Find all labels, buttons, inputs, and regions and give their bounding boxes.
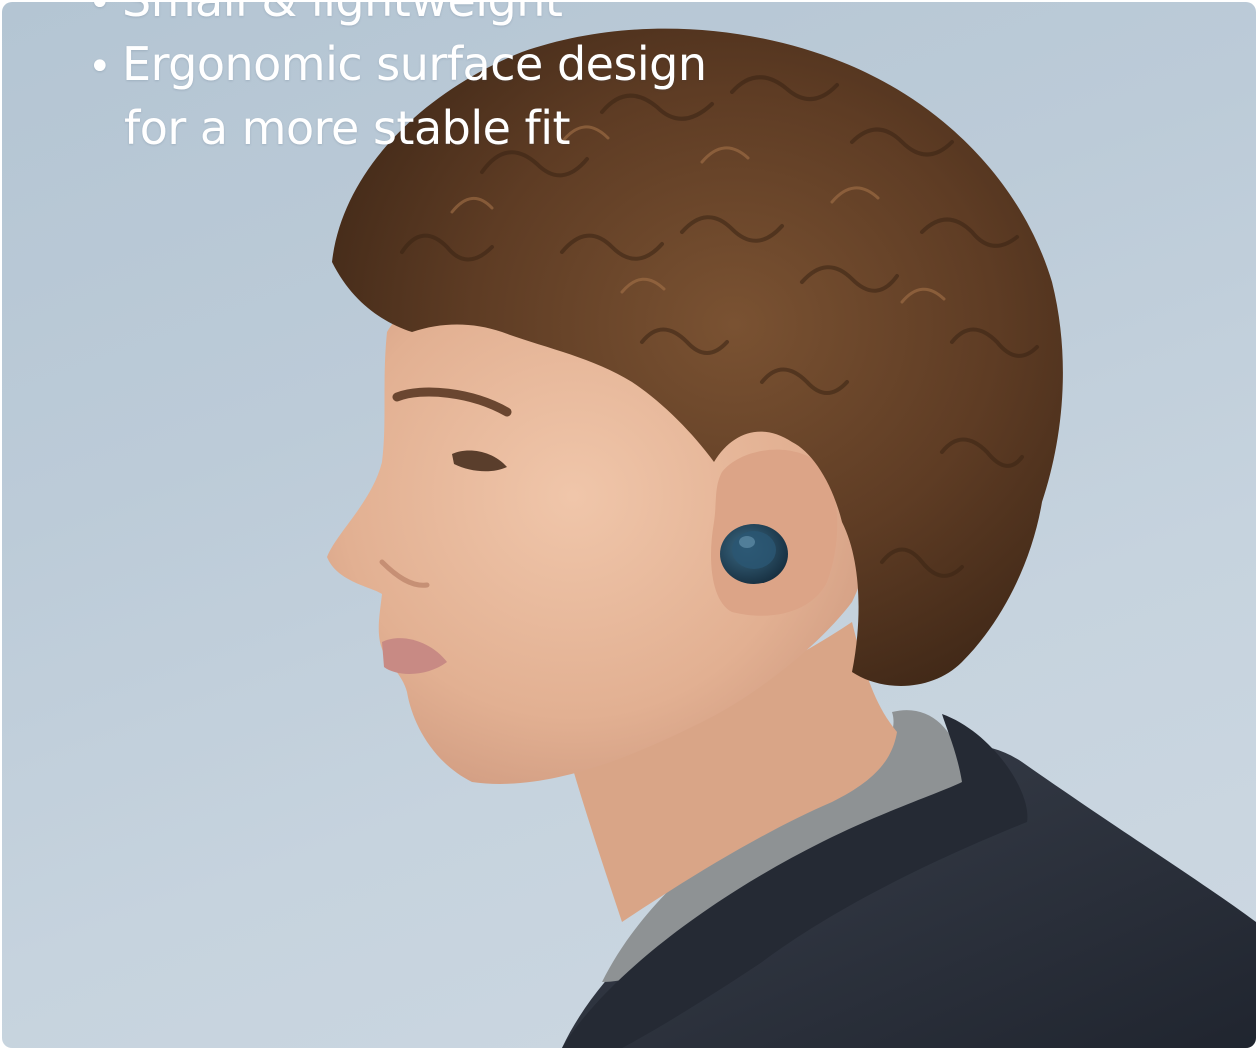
feature-text-1: Small & lightweight — [122, 2, 563, 31]
earbud-icon — [720, 524, 788, 584]
feature-text-3: for a more stable fit — [124, 101, 571, 155]
feature-caption: • Small & lightweight • Ergonomic surfac… — [88, 2, 707, 159]
feature-bullet-2: • Ergonomic surface design — [88, 34, 707, 98]
bullet-glyph: • — [88, 2, 112, 26]
feature-bullet-1: • Small & lightweight — [88, 2, 707, 34]
feature-text-2-continued: for a more stable fit — [88, 98, 707, 159]
bullet-glyph: • — [88, 44, 112, 90]
feature-text-2: Ergonomic surface design — [122, 37, 707, 91]
product-image-frame: • Small & lightweight • Ergonomic surfac… — [2, 2, 1256, 1048]
